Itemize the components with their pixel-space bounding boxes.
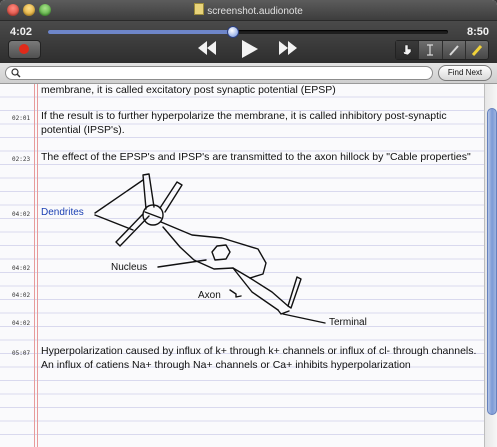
pencil-tool[interactable]: [443, 41, 466, 59]
dendrite-arm: [159, 181, 183, 213]
rewind-icon: [198, 41, 216, 55]
terminal-outline: [287, 276, 302, 309]
playback-scrubber[interactable]: [48, 26, 448, 38]
rewind-button[interactable]: [196, 39, 218, 57]
playback-progress: [48, 30, 232, 34]
pencil-icon: [448, 45, 459, 56]
axon-outline: [249, 277, 289, 307]
search-field[interactable]: [5, 66, 433, 80]
highlighter-icon: [471, 45, 482, 56]
pointer-icon: [402, 44, 412, 56]
window-title: screenshot.audionote: [207, 6, 303, 17]
dendrite-pointer-line: [94, 214, 134, 231]
scrubber-knob[interactable]: [227, 26, 239, 38]
search-icon: [11, 68, 21, 78]
text-tool[interactable]: [419, 41, 443, 59]
play-icon: [242, 40, 258, 58]
nucleus-outline: [211, 244, 231, 261]
timestamp[interactable]: 05:07: [12, 350, 30, 357]
window-title-wrap: screenshot.audionote: [0, 3, 497, 17]
tool-group: [395, 40, 489, 60]
record-button[interactable]: [8, 40, 41, 59]
dendrite-pointer-line: [94, 179, 144, 214]
axon-outline: [232, 267, 279, 311]
player-toolbar: 4:02 8:50: [0, 21, 497, 63]
dendrite-arm: [142, 173, 155, 210]
play-button[interactable]: [239, 39, 259, 59]
pointer-tool[interactable]: [396, 41, 420, 59]
search-input[interactable]: [24, 67, 424, 79]
notes-page[interactable]: membrane, it is called excitatory post s…: [0, 84, 484, 447]
axon-pointer-line: [229, 289, 242, 298]
fast-forward-button[interactable]: [277, 39, 299, 57]
title-bar: screenshot.audionote: [0, 0, 497, 21]
current-time: 4:02: [10, 26, 33, 38]
total-time: 8:50: [466, 26, 489, 38]
record-icon: [19, 44, 29, 54]
fast-forward-icon: [279, 41, 297, 55]
nucleus-pointer-line: [157, 259, 207, 268]
terminal-pointer-line: [282, 313, 326, 324]
document-icon: [194, 3, 205, 15]
neuron-sketch: [94, 173, 326, 324]
app-window: screenshot.audionote 4:02 8:50 Find Next…: [0, 0, 497, 447]
note-entry: Hyperpolarization caused by influx of k+…: [41, 345, 477, 371]
vertical-scrollbar[interactable]: [484, 84, 497, 447]
find-next-button[interactable]: Find Next: [438, 65, 492, 81]
search-bar: Find Next: [0, 63, 497, 84]
highlighter-tool[interactable]: [466, 41, 488, 59]
scrollbar-thumb[interactable]: [487, 108, 497, 415]
text-cursor-icon: [427, 44, 434, 56]
